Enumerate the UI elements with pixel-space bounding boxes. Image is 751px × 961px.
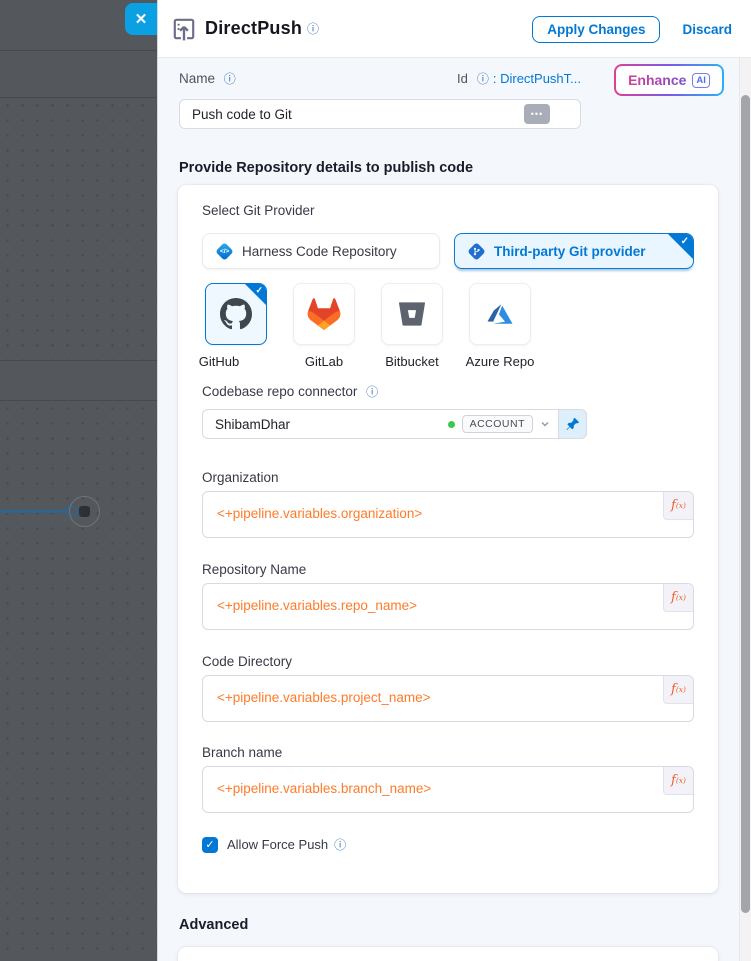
name-field-wrap: ••• [179, 99, 581, 129]
pin-icon [566, 417, 580, 431]
id-value[interactable]: : DirectPushT... [493, 71, 581, 86]
panel-header: DirectPush ⓘ Apply Changes Discard [158, 0, 751, 58]
tile-azure-repo[interactable] [469, 283, 531, 345]
ai-badge: AI [692, 73, 710, 88]
field-branch-name: Branch name <+pipeline.variables.branch_… [202, 745, 694, 813]
canvas-divider [0, 50, 157, 51]
organization-input[interactable]: <+pipeline.variables.organization> f(x) [202, 491, 694, 538]
repository-details-card: Select Git Provider </> Harness Code Rep… [178, 185, 718, 893]
header-actions: Apply Changes Discard [532, 0, 732, 58]
tile-github[interactable]: ✓ [205, 283, 267, 345]
bitbucket-icon [399, 301, 425, 327]
connector-label: Codebase repo connector ⓘ [202, 383, 378, 400]
git-provider-label: Select Git Provider [202, 203, 315, 218]
step-config-screen: ✕ DirectPush ⓘ Apply Changes Discard N [0, 0, 751, 961]
more-options-icon[interactable]: ••• [524, 104, 550, 124]
info-icon[interactable]: ⓘ [224, 72, 236, 86]
close-icon: ✕ [135, 10, 148, 28]
canvas-dot-grid [0, 401, 157, 961]
info-icon[interactable]: ⓘ [334, 836, 346, 853]
azure-repo-icon [485, 299, 515, 329]
name-id-row: Name ⓘ Id ⓘ : DirectPushT... [179, 70, 581, 87]
gitlab-icon [307, 297, 341, 331]
stop-icon [79, 506, 90, 517]
canvas-divider [0, 360, 157, 361]
section-heading: Provide Repository details to publish co… [179, 160, 473, 176]
check-icon: ✓ [205, 838, 214, 851]
fx-button[interactable]: f(x) [663, 676, 693, 704]
canvas-dot-grid [0, 98, 157, 360]
pin-button[interactable] [559, 409, 587, 439]
panel-scroll-area: Name ⓘ Id ⓘ : DirectPushT... ••• Enhance… [158, 58, 751, 961]
check-icon: ✓ [681, 236, 689, 247]
force-push-row: ✓ Allow Force Push ⓘ [202, 836, 346, 853]
scrollbar-thumb[interactable] [741, 95, 750, 913]
pipeline-edge [0, 510, 66, 513]
field-code-directory: Code Directory <+pipeline.variables.proj… [202, 654, 694, 722]
name-label: Name ⓘ [179, 70, 236, 87]
tile-label-azure-repo: Azure Repo [455, 354, 545, 369]
fx-button[interactable]: f(x) [663, 492, 693, 520]
enhance-label: Enhance [628, 72, 686, 88]
field-repository-name: Repository Name <+pipeline.variables.rep… [202, 562, 694, 630]
close-button[interactable]: ✕ [125, 3, 157, 35]
provider-option-thirdparty[interactable]: Third-party Git provider ✓ [454, 233, 694, 269]
connector-input[interactable]: ShibamDhar ACCOUNT [202, 409, 559, 439]
force-push-checkbox[interactable]: ✓ [202, 837, 218, 853]
pipeline-canvas [0, 0, 157, 961]
branch-name-input[interactable]: <+pipeline.variables.branch_name> f(x) [202, 766, 694, 813]
connector-value: ShibamDhar [215, 417, 290, 432]
id-label: Id [457, 71, 468, 86]
step-config-panel: DirectPush ⓘ Apply Changes Discard Name … [157, 0, 751, 961]
directpush-step-icon [171, 16, 197, 42]
info-icon[interactable]: ⓘ [366, 385, 378, 399]
check-icon: ✓ [255, 285, 263, 296]
page-title: DirectPush [205, 18, 302, 39]
fx-button[interactable]: f(x) [663, 584, 693, 612]
harness-code-icon: </> [215, 242, 233, 260]
code-directory-input[interactable]: <+pipeline.variables.project_name> f(x) [202, 675, 694, 722]
tile-label-github: GitHub [174, 354, 264, 369]
tile-bitbucket[interactable] [381, 283, 443, 345]
connector-status-dot [448, 421, 455, 428]
info-icon[interactable]: ⓘ [477, 70, 489, 87]
name-input[interactable] [179, 99, 581, 129]
fx-button[interactable]: f(x) [663, 767, 693, 795]
info-icon[interactable]: ⓘ [307, 20, 319, 37]
provider-option-harness[interactable]: </> Harness Code Repository [202, 233, 440, 269]
enhance-ai-button[interactable]: Enhance AI [614, 64, 724, 96]
field-organization: Organization <+pipeline.variables.organi… [202, 470, 694, 538]
tile-label-bitbucket: Bitbucket [367, 354, 457, 369]
git-branch-icon [467, 242, 485, 260]
force-push-label: Allow Force Push [227, 837, 328, 852]
scope-badge: ACCOUNT [462, 415, 533, 433]
advanced-heading: Advanced [179, 917, 248, 933]
tile-label-gitlab: GitLab [279, 354, 369, 369]
pipeline-end-node[interactable] [69, 496, 100, 527]
chevron-down-icon[interactable] [540, 419, 550, 429]
apply-changes-button[interactable]: Apply Changes [532, 16, 660, 43]
advanced-card [178, 947, 718, 961]
repository-name-input[interactable]: <+pipeline.variables.repo_name> f(x) [202, 583, 694, 630]
step-id: Id ⓘ : DirectPushT... [457, 70, 581, 87]
tile-gitlab[interactable] [293, 283, 355, 345]
discard-button[interactable]: Discard [682, 22, 732, 37]
